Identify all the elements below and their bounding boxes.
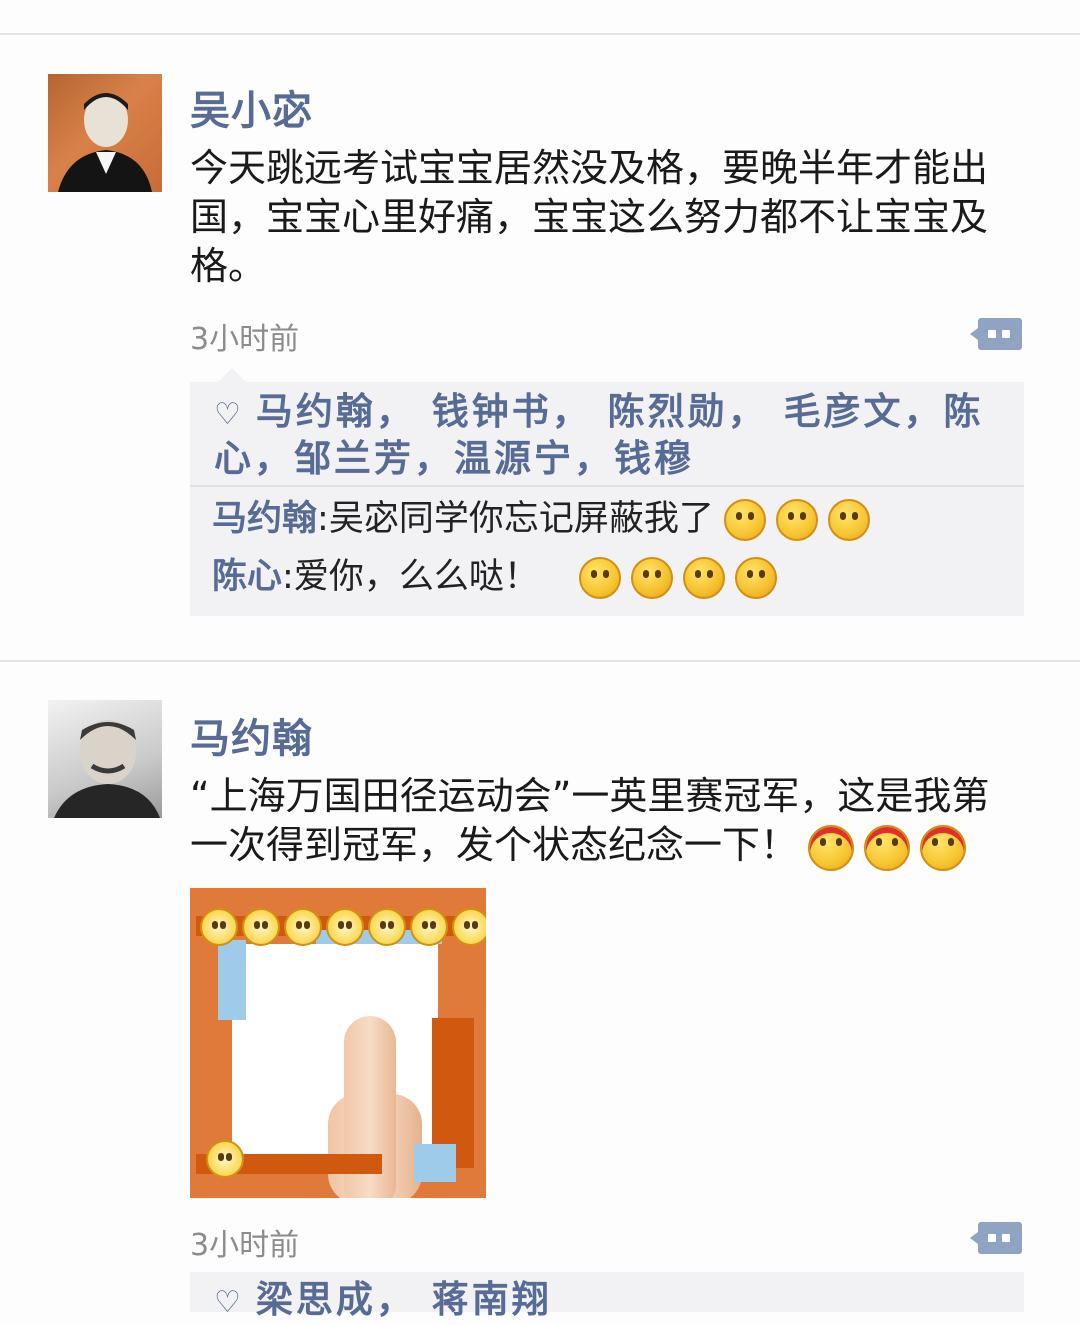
frown-icon (920, 824, 967, 871)
smile-icon (827, 499, 870, 541)
top-divider (0, 33, 1080, 35)
eyeroll-icon (206, 1140, 244, 1178)
comment-1[interactable]: 马约翰:吴宓同学你忘记屏蔽我了 (212, 494, 870, 544)
eyeroll-icon (452, 908, 486, 946)
post-text: 今天跳远考试宝宝居然没及格，要晚半年才能出国，宝宝心里好痛，宝宝这么努力都不让宝… (190, 146, 989, 288)
post-time: 3小时前 (190, 322, 300, 357)
comment-author[interactable]: 陈心 (212, 557, 282, 597)
comment-menu-button[interactable] (970, 1222, 1022, 1254)
post-text: “上海万国田径运动会”一英里赛冠军，这是我第一次得到冠军，发个状态纪念一下！ (190, 772, 990, 871)
eyeroll-icon (326, 908, 364, 946)
panel-arrow (218, 368, 246, 382)
likes-names[interactable]: 马约翰， 钱钟书， 陈烈勋， 毛彦文，陈心，邹兰芳，温源宁，钱穆 (214, 390, 984, 480)
likes-comments-panel: ♡ 马约翰， 钱钟书， 陈烈勋， 毛彦文，陈心，邹兰芳，温源宁，钱穆 马约翰:吴宓… (190, 368, 1024, 616)
portrait-icon (54, 720, 160, 818)
kiss-icon (682, 557, 725, 599)
post-divider (0, 660, 1080, 662)
eyeroll-icon (410, 908, 448, 946)
eyeroll-emoji-row (196, 908, 486, 946)
likes-names[interactable]: 梁思成， 蒋南翔 (256, 1278, 552, 1321)
heart-icon: ♡ (214, 1285, 244, 1320)
image-frame (232, 944, 438, 1198)
image-block (414, 1144, 456, 1182)
smile-icon (775, 499, 818, 541)
eyeroll-icon (368, 908, 406, 946)
comment-menu-button[interactable] (970, 318, 1022, 350)
avatar[interactable] (48, 700, 162, 818)
comment-text: 吴宓同学你忘记屏蔽我了 (328, 499, 714, 539)
eyeroll-icon (284, 908, 322, 946)
comment-author[interactable]: 马约翰 (212, 499, 317, 539)
post-time: 3小时前 (190, 1228, 300, 1263)
heart-icon: ♡ (214, 397, 244, 432)
smile-icon (723, 499, 766, 541)
avatar[interactable] (48, 74, 162, 192)
kiss-icon (734, 557, 777, 599)
comment-separator: : (317, 499, 329, 539)
panel-separator (190, 485, 1024, 487)
likes-list[interactable]: ♡ 马约翰， 钱钟书， 陈烈勋， 毛彦文，陈心，邹兰芳，温源宁，钱穆 (214, 390, 1014, 481)
likes-panel-partial: ♡ 梁思成， 蒋南翔 (190, 1272, 1024, 1321)
kiss-icon (630, 557, 673, 599)
image-block (218, 940, 246, 1020)
eyeroll-icon (200, 908, 238, 946)
comment-separator: : (282, 557, 294, 597)
blush-icon (578, 557, 621, 599)
frown-icon (864, 824, 911, 871)
likes-list[interactable]: ♡ 梁思成， 蒋南翔 (214, 1278, 1014, 1325)
comment-2[interactable]: 陈心:爱你，么么哒！ (212, 552, 777, 602)
post-image[interactable] (190, 888, 486, 1198)
author-name[interactable]: 马约翰 (190, 706, 313, 764)
eyeroll-icon (242, 908, 280, 946)
frown-icon (808, 824, 855, 871)
portrait-icon (58, 93, 152, 192)
comment-text: 爱你，么么哒！ (293, 557, 539, 597)
author-name[interactable]: 吴小宓 (190, 78, 313, 136)
